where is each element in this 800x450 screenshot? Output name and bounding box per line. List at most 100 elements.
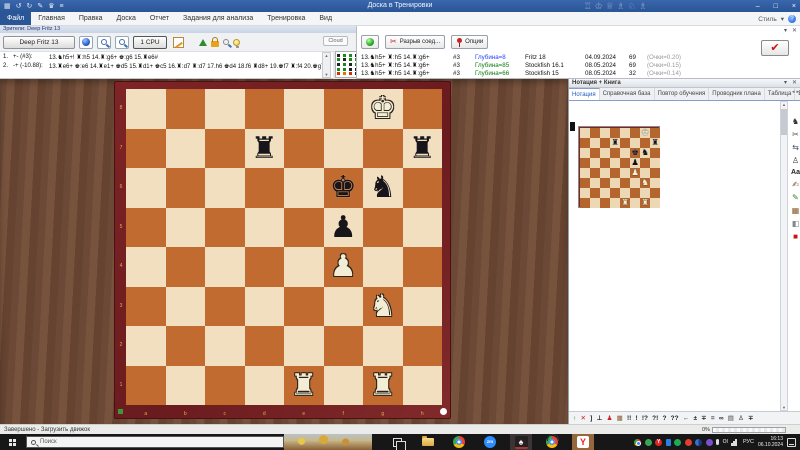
style-dropdown-arrow[interactable]: ▾ xyxy=(781,15,784,23)
square-d6[interactable] xyxy=(610,148,620,158)
square-c2[interactable] xyxy=(600,188,610,198)
square-a3[interactable] xyxy=(126,287,166,327)
tabs-left-arrow[interactable]: ◂ xyxy=(792,89,795,95)
text-format-icon[interactable]: Aa xyxy=(791,169,800,176)
square-g4[interactable] xyxy=(363,247,403,287)
square-f8[interactable] xyxy=(324,89,364,129)
white-rook[interactable]: ♜ xyxy=(284,366,324,406)
annotation-symbol[interactable]: = xyxy=(711,415,715,422)
tab-Повтор обучения[interactable]: Повтор обучения xyxy=(655,88,710,100)
analysis-scrollbar[interactable]: ▲▼ xyxy=(322,52,331,78)
square-e7[interactable] xyxy=(620,138,630,148)
tab-scroll-arrows[interactable]: ◂▸ xyxy=(792,89,799,95)
square-c3[interactable] xyxy=(600,178,610,188)
square-a4[interactable] xyxy=(580,168,590,178)
square-h8[interactable] xyxy=(650,128,660,138)
zoom-out-button[interactable] xyxy=(115,36,129,49)
bluetooth-icon[interactable] xyxy=(666,439,671,446)
square-e6[interactable] xyxy=(620,148,630,158)
annotation-symbol[interactable]: ♙ xyxy=(738,414,744,422)
annotation-symbol[interactable]: ?! xyxy=(652,415,658,422)
white-king[interactable]: ♚ xyxy=(640,128,650,138)
square-h6[interactable] xyxy=(650,148,660,158)
square-e8[interactable] xyxy=(620,128,630,138)
square-h1[interactable] xyxy=(403,366,443,406)
menu-item-Правка[interactable]: Правка xyxy=(72,12,110,25)
square-a4[interactable] xyxy=(126,247,166,287)
engine-result-row[interactable]: 13.♞h5+ ♜:h5 14.♜:g6+#3Глубина=85Stockfi… xyxy=(361,62,761,70)
square-b5[interactable] xyxy=(590,158,600,168)
annotate-icon[interactable]: ✍ xyxy=(792,180,799,189)
square-f1[interactable] xyxy=(324,366,364,406)
square-g7[interactable] xyxy=(640,138,650,148)
square-c1[interactable] xyxy=(205,366,245,406)
square-b3[interactable] xyxy=(166,287,206,327)
square-b4[interactable] xyxy=(590,168,600,178)
square-e5[interactable] xyxy=(620,158,630,168)
annotation-symbol[interactable]: ∓ xyxy=(748,414,753,422)
square-d8[interactable] xyxy=(245,89,285,129)
annotation-symbol[interactable]: ♟ xyxy=(607,414,613,422)
annotation-symbol[interactable]: ? xyxy=(662,415,666,422)
annotation-symbol[interactable]: ✕ xyxy=(580,414,585,422)
engine-result-row[interactable]: 13.♞h5+ ♜:h5 14.♜:g6+#3Глубина=8Fritz 18… xyxy=(361,54,761,62)
black-rook[interactable]: ♜ xyxy=(245,129,285,169)
square-f2[interactable] xyxy=(630,188,640,198)
annotation-symbol[interactable]: !! xyxy=(627,415,631,422)
annotation-symbol[interactable]: !? xyxy=(642,415,648,422)
edit-notes-button[interactable] xyxy=(171,36,185,49)
purple-dot-icon[interactable] xyxy=(706,439,713,446)
square-d1[interactable] xyxy=(245,366,285,406)
browser-music-icon[interactable] xyxy=(541,434,563,450)
square-c7[interactable] xyxy=(205,129,245,169)
square-e7[interactable] xyxy=(284,129,324,169)
square-e5[interactable] xyxy=(284,208,324,248)
black-rook[interactable]: ♜ xyxy=(650,138,660,148)
chess-board[interactable]: ♚♜♜♚♞♟♟♞♜♜abcdefgh87654321 xyxy=(126,89,442,405)
tab-Справочная база[interactable]: Справочная база xyxy=(600,88,655,100)
square-a7[interactable] xyxy=(126,129,166,169)
square-f7[interactable] xyxy=(324,129,364,169)
square-g2[interactable] xyxy=(363,326,403,366)
tabs-right-arrow[interactable]: ▸ xyxy=(796,89,799,95)
square-e3[interactable] xyxy=(284,287,324,327)
taskbar-search-input[interactable]: Поиск xyxy=(26,436,284,448)
white-rook[interactable]: ♜ xyxy=(640,198,650,208)
notification-center-icon[interactable] xyxy=(787,438,796,447)
green2-dot-icon[interactable] xyxy=(674,439,681,446)
square-a6[interactable] xyxy=(126,168,166,208)
square-e6[interactable] xyxy=(284,168,324,208)
square-d2[interactable] xyxy=(610,188,620,198)
pawn-icon[interactable]: ♙ xyxy=(792,156,799,165)
square-a2[interactable] xyxy=(580,188,590,198)
white-king[interactable]: ♚ xyxy=(363,89,403,129)
square-b4[interactable] xyxy=(166,247,206,287)
options-button[interactable]: Опции xyxy=(451,35,488,49)
square-b8[interactable] xyxy=(166,89,206,129)
square-h3[interactable] xyxy=(403,287,443,327)
square-d6[interactable] xyxy=(245,168,285,208)
square-d3[interactable] xyxy=(245,287,285,327)
square-b1[interactable] xyxy=(590,198,600,208)
square-a5[interactable] xyxy=(580,158,590,168)
square-c8[interactable] xyxy=(600,128,610,138)
swap-arrows-icon[interactable]: ⇆ xyxy=(792,143,799,152)
white-pawn[interactable]: ♟ xyxy=(630,168,640,178)
notation-content[interactable]: ♚♜♜♚♞♟♟♞♜♜ ▲▼ ♞✂⇆♙Aa✍✎▦◧■ xyxy=(569,101,800,433)
square-b2[interactable] xyxy=(590,188,600,198)
white-rook[interactable]: ♜ xyxy=(620,198,630,208)
eraser-icon[interactable]: ◧ xyxy=(792,219,800,228)
square-a5[interactable] xyxy=(126,208,166,248)
square-d4[interactable] xyxy=(610,168,620,178)
pencil-icon[interactable]: ✎ xyxy=(792,193,799,202)
square-g5[interactable] xyxy=(363,208,403,248)
square-h2[interactable] xyxy=(650,188,660,198)
black-knight[interactable]: ♞ xyxy=(363,168,403,208)
style-dropdown[interactable]: Стиль xyxy=(758,16,776,23)
square-a8[interactable] xyxy=(580,128,590,138)
square-e4[interactable] xyxy=(284,247,324,287)
panel-collapse-icon[interactable]: ▾ xyxy=(784,27,787,34)
square-h3[interactable] xyxy=(650,178,660,188)
hint-lightbulb-icon[interactable] xyxy=(233,39,240,46)
file-explorer-icon[interactable] xyxy=(417,434,439,450)
